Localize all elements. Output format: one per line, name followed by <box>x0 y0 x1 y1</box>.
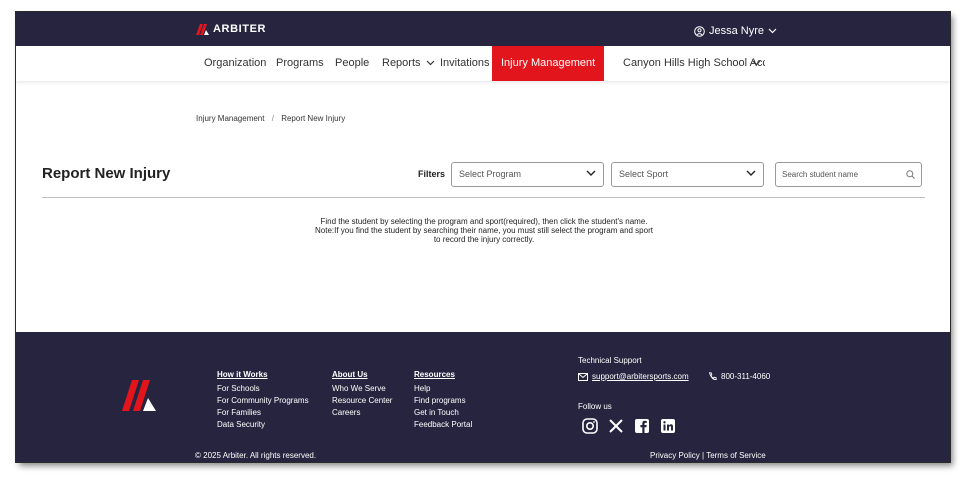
terms-of-service-link[interactable]: Terms of Service <box>706 451 766 460</box>
instructions-text: Find the student by selecting the progra… <box>242 217 726 244</box>
footer-col-how-it-works: How it Works For Schools For Community P… <box>217 369 309 431</box>
breadcrumb-current: Report New Injury <box>281 114 346 123</box>
sport-select[interactable]: Select Sport <box>611 162 764 187</box>
user-menu[interactable]: Jessa Nyre <box>694 25 777 37</box>
search-icon[interactable] <box>906 170 915 179</box>
footer-link[interactable]: Find programs <box>414 395 472 407</box>
footer-link[interactable]: For Schools <box>217 383 309 395</box>
support-email-row: support@arbitersports.com <box>578 372 689 381</box>
footer-link[interactable]: Data Security <box>217 419 309 431</box>
search-placeholder: Search student name <box>782 170 859 179</box>
divider <box>42 197 925 198</box>
footer-link[interactable]: Help <box>414 383 472 395</box>
main-nav: Organization Programs People Reports Inv… <box>16 46 950 81</box>
arbiter-footer-logo-icon <box>122 380 156 411</box>
user-icon <box>694 25 705 37</box>
support-phone-row: 800-311-4060 <box>708 372 770 381</box>
nav-reports[interactable]: Reports <box>382 46 435 81</box>
instruction-line: Note:If you find the student by searchin… <box>315 226 653 235</box>
footer-link[interactable]: Get in Touch <box>414 407 472 419</box>
phone-icon <box>708 372 717 380</box>
app-window: ARBITER Jessa Nyre Organization Programs… <box>16 12 950 462</box>
user-name: Jessa Nyre <box>709 25 765 37</box>
footer: How it Works For Schools For Community P… <box>16 332 950 462</box>
student-search-input[interactable]: Search student name <box>775 162 922 187</box>
footer-col-resources: Resources Help Find programs Get in Touc… <box>414 369 472 431</box>
breadcrumb: Injury Management / Report New Injury <box>196 114 345 123</box>
program-select[interactable]: Select Program <box>451 162 604 187</box>
nav-account-switcher[interactable]: Canyon Hills High School Acco <box>623 46 765 81</box>
page-title: Report New Injury <box>42 165 171 182</box>
top-bar: ARBITER Jessa Nyre <box>16 12 950 46</box>
nav-injury-management[interactable]: Injury Management <box>492 46 605 81</box>
sport-select-value: Select Sport <box>619 169 669 179</box>
footer-heading[interactable]: Resources <box>414 369 472 381</box>
footer-heading[interactable]: About Us <box>332 369 392 381</box>
filters-label: Filters <box>418 169 446 179</box>
breadcrumb-injury-management[interactable]: Injury Management <box>196 114 264 123</box>
instruction-line: Find the student by selecting the progra… <box>320 217 648 226</box>
follow-label: Follow us <box>578 402 612 411</box>
footer-link[interactable]: Feedback Portal <box>414 419 472 431</box>
chevron-down-icon[interactable] <box>752 60 761 66</box>
program-select-value: Select Program <box>459 169 522 179</box>
footer-link[interactable]: Careers <box>332 407 392 419</box>
footer-link[interactable]: Resource Center <box>332 395 392 407</box>
footer-heading[interactable]: How it Works <box>217 369 309 381</box>
facebook-icon[interactable] <box>634 418 650 434</box>
arbiter-logo[interactable]: ARBITER <box>196 23 266 35</box>
x-icon[interactable] <box>608 418 624 434</box>
nav-reports-label: Reports <box>382 57 421 69</box>
account-name: Canyon Hills High School Acco <box>623 57 765 69</box>
footer-link[interactable]: For Families <box>217 407 309 419</box>
footer-col-about-us: About Us Who We Serve Resource Center Ca… <box>332 369 392 419</box>
linkedin-icon[interactable] <box>660 418 676 434</box>
brand-name: ARBITER <box>213 23 267 35</box>
chevron-down-icon <box>768 28 777 34</box>
nav-programs[interactable]: Programs <box>276 46 324 81</box>
privacy-policy-link[interactable]: Privacy Policy <box>650 451 700 460</box>
instagram-icon[interactable] <box>582 418 598 434</box>
support-phone[interactable]: 800-311-4060 <box>721 372 770 381</box>
support-email-link[interactable]: support@arbitersports.com <box>592 372 689 381</box>
nav-organization[interactable]: Organization <box>204 46 266 81</box>
mail-icon <box>578 372 588 381</box>
social-links <box>582 418 676 434</box>
chevron-down-icon <box>746 170 756 176</box>
footer-link[interactable]: For Community Programs <box>217 395 309 407</box>
instruction-line: to record the injury correctly. <box>433 235 535 244</box>
support-title: Technical Support <box>578 356 642 365</box>
breadcrumb-separator: / <box>271 114 274 123</box>
copyright-text: © 2025 Arbiter. All rights reserved. <box>195 451 317 460</box>
footer-link[interactable]: Who We Serve <box>332 383 392 395</box>
legal-links: Privacy Policy | Terms of Service <box>650 451 766 460</box>
chevron-down-icon <box>426 60 435 66</box>
nav-invitations[interactable]: Invitations <box>440 46 490 81</box>
chevron-down-icon <box>586 170 596 176</box>
nav-people[interactable]: People <box>335 46 369 81</box>
arbiter-logo-icon <box>196 23 209 35</box>
